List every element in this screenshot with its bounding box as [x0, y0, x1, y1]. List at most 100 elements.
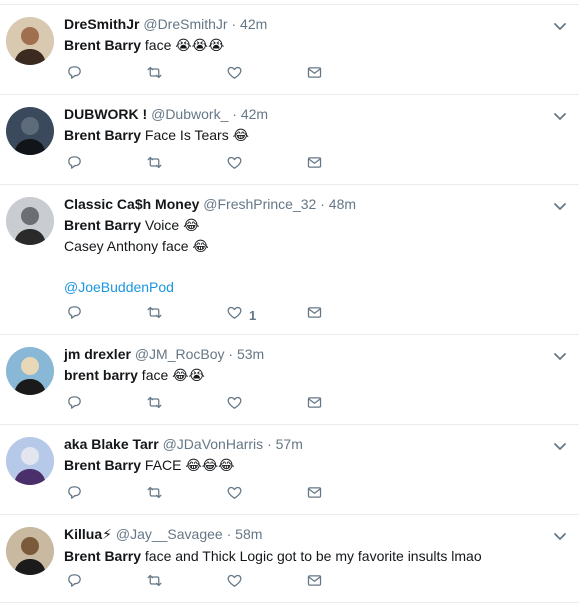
display-name[interactable]: DreSmithJr	[64, 16, 139, 32]
tweet-content: aka Blake Tarr @JDaVonHarris · 57m Brent …	[64, 435, 543, 476]
reply-button[interactable]	[66, 304, 146, 326]
direct-message-button[interactable]	[306, 394, 386, 416]
retweet-button[interactable]	[146, 572, 226, 594]
chevron-down-icon[interactable]	[553, 439, 567, 453]
name-emoji: ⚡	[102, 527, 112, 543]
emoji: 😂😂😂	[185, 458, 235, 474]
heart-icon	[226, 304, 243, 326]
direct-message-button[interactable]	[306, 154, 386, 176]
chevron-down-icon[interactable]	[553, 529, 567, 543]
tweet-list: DreSmithJr @DreSmithJr · 42m Brent Barry …	[0, 5, 579, 603]
reply-icon	[66, 64, 83, 86]
tweet-content: Classic Ca$h Money @FreshPrince_32 · 48m…	[64, 195, 543, 297]
like-button[interactable]	[226, 484, 306, 506]
retweet-icon	[146, 394, 163, 416]
reply-button[interactable]	[66, 572, 146, 594]
tweet-line: Brent Barry Voice 😂	[64, 215, 543, 236]
envelope-icon	[306, 304, 323, 326]
tweet-header: Killua⚡ @Jay__Savagee · 58m	[64, 525, 543, 545]
tweet-content: DUBWORK ! @Dubwork_ · 42m Brent Barry Fac…	[64, 105, 543, 146]
separator-dot: ·	[228, 346, 234, 362]
like-count: 1	[249, 307, 257, 323]
envelope-icon	[306, 572, 323, 594]
highlighted-term: Brent Barry	[64, 127, 142, 143]
retweet-button[interactable]	[146, 154, 226, 176]
retweet-button[interactable]	[146, 484, 226, 506]
like-button[interactable]	[226, 394, 306, 416]
retweet-icon	[146, 154, 163, 176]
timestamp[interactable]: 53m	[237, 346, 264, 362]
user-handle[interactable]: @JM_RocBoy	[135, 346, 225, 362]
direct-message-button[interactable]	[306, 572, 386, 594]
display-name[interactable]: Killua	[64, 526, 102, 542]
timestamp[interactable]: 42m	[241, 106, 268, 122]
user-handle[interactable]: @DreSmithJr	[143, 16, 227, 32]
timestamp[interactable]: 57m	[276, 436, 303, 452]
like-button[interactable]	[226, 572, 306, 594]
tweet-line-text: face	[137, 367, 173, 383]
display-name[interactable]: DUBWORK !	[64, 106, 147, 122]
heart-icon	[226, 572, 243, 594]
like-button[interactable]	[226, 154, 306, 176]
retweet-button[interactable]	[146, 394, 226, 416]
like-button[interactable]	[226, 64, 306, 86]
timestamp[interactable]: 48m	[329, 196, 356, 212]
tweet-header: DUBWORK ! @Dubwork_ · 42m	[64, 105, 543, 124]
highlighted-term: Brent Barry	[64, 37, 142, 53]
avatar[interactable]	[6, 347, 54, 395]
direct-message-button[interactable]	[306, 484, 386, 506]
tweet-line: Brent Barry Face Is Tears 😂	[64, 125, 543, 146]
avatar[interactable]	[6, 437, 54, 485]
avatar[interactable]	[6, 527, 54, 575]
user-handle[interactable]: @Dubwork_	[151, 106, 228, 122]
tweet-line-text: Casey Anthony face	[64, 238, 193, 254]
user-handle[interactable]: @FreshPrince_32	[203, 196, 316, 212]
tweet-actions	[66, 396, 579, 414]
tweet-line-text: face	[141, 37, 176, 53]
chevron-down-icon[interactable]	[553, 349, 567, 363]
reply-icon	[66, 154, 83, 176]
chevron-down-icon[interactable]	[553, 109, 567, 123]
timestamp[interactable]: 42m	[240, 16, 267, 32]
user-handle[interactable]: @Jay__Savagee	[116, 526, 223, 542]
avatar[interactable]	[6, 197, 54, 245]
retweet-button[interactable]	[146, 304, 226, 326]
direct-message-button[interactable]	[306, 64, 386, 86]
user-handle[interactable]: @JDaVonHarris	[163, 436, 264, 452]
chevron-down-icon[interactable]	[553, 199, 567, 213]
retweet-icon	[146, 304, 163, 326]
like-button[interactable]: 1	[226, 304, 306, 326]
tweet[interactable]: DreSmithJr @DreSmithJr · 42m Brent Barry …	[0, 5, 579, 95]
retweet-icon	[146, 484, 163, 506]
avatar[interactable]	[6, 107, 54, 155]
tweet-content: jm drexler @JM_RocBoy · 53m brent barry f…	[64, 345, 543, 386]
tweet[interactable]: jm drexler @JM_RocBoy · 53m brent barry f…	[0, 335, 579, 425]
tweet[interactable]: DUBWORK ! @Dubwork_ · 42m Brent Barry Fac…	[0, 95, 579, 185]
mention-link[interactable]: @JoeBuddenPod	[64, 279, 174, 295]
tweet[interactable]: Killua⚡ @Jay__Savagee · 58m Brent Barry f…	[0, 515, 579, 603]
reply-button[interactable]	[66, 394, 146, 416]
reply-button[interactable]	[66, 484, 146, 506]
reply-button[interactable]	[66, 64, 146, 86]
tweet-actions	[66, 66, 579, 84]
tweet-line: Brent Barry face 😭😭😭	[64, 35, 543, 56]
direct-message-button[interactable]	[306, 304, 386, 326]
avatar[interactable]	[6, 17, 54, 65]
retweet-button[interactable]	[146, 64, 226, 86]
reply-button[interactable]	[66, 154, 146, 176]
tweet[interactable]: aka Blake Tarr @JDaVonHarris · 57m Brent …	[0, 425, 579, 515]
chevron-down-icon[interactable]	[553, 19, 567, 33]
tweet[interactable]: Classic Ca$h Money @FreshPrince_32 · 48m…	[0, 185, 579, 335]
highlighted-term: brent barry	[64, 367, 138, 383]
tweet-line: Casey Anthony face 😂	[64, 236, 543, 257]
emoji: 😂	[183, 218, 200, 234]
tweet-header: aka Blake Tarr @JDaVonHarris · 57m	[64, 435, 543, 454]
envelope-icon	[306, 64, 323, 86]
display-name[interactable]: Classic Ca$h Money	[64, 196, 199, 212]
display-name[interactable]: jm drexler	[64, 346, 131, 362]
display-name[interactable]: aka Blake Tarr	[64, 436, 159, 452]
tweet-header: jm drexler @JM_RocBoy · 53m	[64, 345, 543, 364]
separator-dot: ·	[267, 436, 272, 452]
highlighted-term: Brent Barry	[64, 217, 142, 233]
timestamp[interactable]: 58m	[235, 526, 262, 542]
